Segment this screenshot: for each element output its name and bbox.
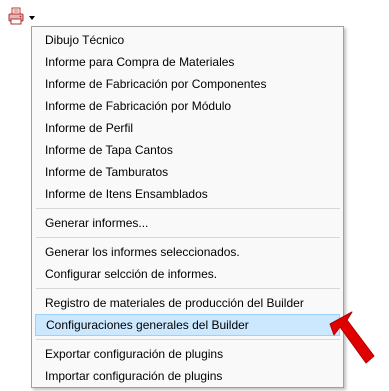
menu-separator bbox=[36, 208, 340, 209]
menu-separator bbox=[36, 237, 340, 238]
menu-item-registro-materiales-builder[interactable]: Registro de materiales de producción del… bbox=[35, 292, 340, 314]
dropdown-arrow-icon bbox=[29, 16, 35, 20]
menu-item-informe-perfil[interactable]: Informe de Perfil bbox=[35, 117, 340, 139]
report-dropdown-menu: Dibujo Técnico Informe para Compra de Ma… bbox=[31, 26, 344, 388]
menu-item-exportar-configuracion-plugins[interactable]: Exportar configuración de plugins bbox=[35, 343, 340, 365]
menu-item-configurar-seleccion[interactable]: Configurar selcción de informes. bbox=[35, 263, 340, 285]
menu-item-informe-compra-materiales[interactable]: Informe para Compra de Materiales bbox=[35, 51, 340, 73]
menu-item-informe-fabricacion-componentes[interactable]: Informe de Fabricación por Componentes bbox=[35, 73, 340, 95]
menu-item-configuraciones-generales-builder[interactable]: Configuraciones generales del Builder bbox=[35, 314, 340, 336]
menu-item-dibujo-tecnico[interactable]: Dibujo Técnico bbox=[35, 29, 340, 51]
menu-separator bbox=[36, 288, 340, 289]
menu-item-informe-itens-ensamblados[interactable]: Informe de Itens Ensamblados bbox=[35, 183, 340, 205]
menu-item-informe-tapa-cantos[interactable]: Informe de Tapa Cantos bbox=[35, 139, 340, 161]
menu-item-informe-tamburatos[interactable]: Informe de Tamburatos bbox=[35, 161, 340, 183]
menu-item-importar-configuracion-plugins[interactable]: Importar configuración de plugins bbox=[35, 365, 340, 387]
menu-separator bbox=[36, 339, 340, 340]
red-arrow-icon bbox=[329, 311, 375, 364]
printer-report-icon bbox=[8, 7, 24, 25]
menu-item-generar-seleccionados[interactable]: Generar los informes seleccionados. bbox=[35, 241, 340, 263]
menu-item-informe-fabricacion-modulo[interactable]: Informe de Fabricación por Módulo bbox=[35, 95, 340, 117]
menu-item-generar-informes[interactable]: Generar informes... bbox=[35, 212, 340, 234]
